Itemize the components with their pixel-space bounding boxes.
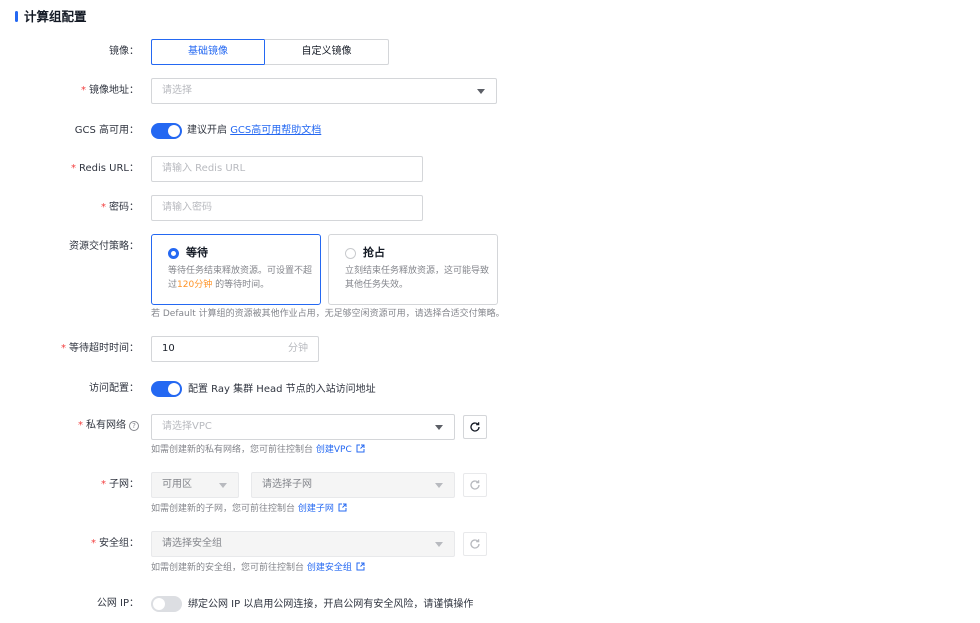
- image-option-basic[interactable]: 基础镜像: [151, 39, 265, 65]
- public-ip-text: 绑定公网 IP 以启用公网连接，开启公网有安全风险，请谨慎操作: [188, 599, 474, 610]
- create-vpc-link[interactable]: 创建VPC: [316, 444, 365, 455]
- subnet-refresh-button[interactable]: [463, 473, 487, 497]
- refresh-icon: [470, 480, 480, 490]
- delivery-option-preempt-desc: 立刻结束任务释放资源，这可能导致其他任务失效。: [345, 266, 490, 290]
- vpc-label: * 私有网络?: [0, 419, 139, 433]
- vpc-select[interactable]: 请选择VPC: [151, 414, 455, 440]
- image-address-label: * 镜像地址：: [81, 85, 139, 96]
- gcs-label: GCS 高可用：: [74, 125, 139, 136]
- delivery-option-preempt[interactable]: 抢占 立刻结束任务释放资源，这可能导致其他任务失效。: [328, 234, 498, 305]
- delivery-hint: 若 Default 计算组的资源被其他作业占用，无足够空闲资源可用，请选择合适交…: [151, 309, 505, 319]
- subnet-label: * 子网：: [101, 479, 139, 490]
- chevron-down-icon: [435, 542, 443, 547]
- timeout-label: * 等待超时时间：: [61, 343, 139, 354]
- access-text: 配置 Ray 集群 Head 节点的入站访问地址: [188, 384, 376, 395]
- external-link-icon: [338, 503, 347, 512]
- gcs-help-link[interactable]: GCS高可用帮助文档: [230, 125, 321, 136]
- delivery-option-wait-desc: 等待任务结束释放资源。可设置不超过120分钟 的等待时间。: [168, 266, 313, 290]
- delivery-label: 资源交付策略：: [69, 241, 139, 252]
- section-accent-bar: [15, 11, 18, 22]
- external-link-icon: [356, 562, 365, 571]
- delivery-option-wait[interactable]: 等待 等待任务结束释放资源。可设置不超过120分钟 的等待时间。: [151, 234, 321, 305]
- vpc-refresh-button[interactable]: [463, 415, 487, 439]
- timeout-input[interactable]: 10 分钟: [151, 336, 319, 362]
- refresh-icon: [470, 422, 480, 432]
- public-ip-toggle[interactable]: [151, 596, 182, 612]
- create-security-group-link[interactable]: 创建安全组: [307, 562, 365, 573]
- security-group-refresh-button[interactable]: [463, 532, 487, 556]
- security-group-hint: 如需创建新的安全组，您可前往控制台 创建安全组: [151, 562, 365, 575]
- chevron-down-icon: [435, 483, 443, 488]
- gcs-toggle[interactable]: [151, 123, 182, 139]
- image-option-custom[interactable]: 自定义镜像: [264, 39, 389, 65]
- chevron-down-icon: [477, 89, 485, 94]
- zone-select[interactable]: 可用区: [151, 472, 239, 498]
- vpc-hint: 如需创建新的私有网络，您可前往控制台 创建VPC: [151, 444, 365, 457]
- public-ip-label: 公网 IP：: [96, 598, 139, 609]
- redis-url-label: * Redis URL：: [70, 163, 139, 174]
- gcs-text: 建议开启 GCS高可用帮助文档: [187, 125, 322, 136]
- chevron-down-icon: [435, 425, 443, 430]
- subnet-select[interactable]: 请选择子网: [251, 472, 455, 498]
- security-group-select[interactable]: 请选择安全组: [151, 531, 455, 557]
- timeout-unit: 分钟: [288, 343, 308, 354]
- image-label: 镜像：: [109, 46, 139, 57]
- radio-checked-icon: [168, 248, 179, 259]
- radio-unchecked-icon: [345, 248, 356, 259]
- external-link-icon: [356, 444, 365, 453]
- subnet-hint: 如需创建新的子网，您可前往控制台 创建子网: [151, 503, 347, 516]
- create-subnet-link[interactable]: 创建子网: [298, 503, 347, 514]
- password-input[interactable]: 请输入密码: [151, 195, 423, 221]
- security-group-label: * 安全组：: [91, 538, 139, 549]
- access-label: 访问配置：: [89, 383, 139, 394]
- refresh-icon: [470, 539, 480, 549]
- chevron-down-icon: [219, 483, 227, 488]
- redis-url-input[interactable]: 请输入 Redis URL: [151, 156, 423, 182]
- section-title: 计算组配置: [24, 9, 87, 24]
- help-icon[interactable]: ?: [129, 421, 139, 431]
- image-address-select[interactable]: 请选择: [151, 78, 497, 104]
- password-label: * 密码：: [101, 202, 139, 213]
- access-toggle[interactable]: [151, 381, 182, 397]
